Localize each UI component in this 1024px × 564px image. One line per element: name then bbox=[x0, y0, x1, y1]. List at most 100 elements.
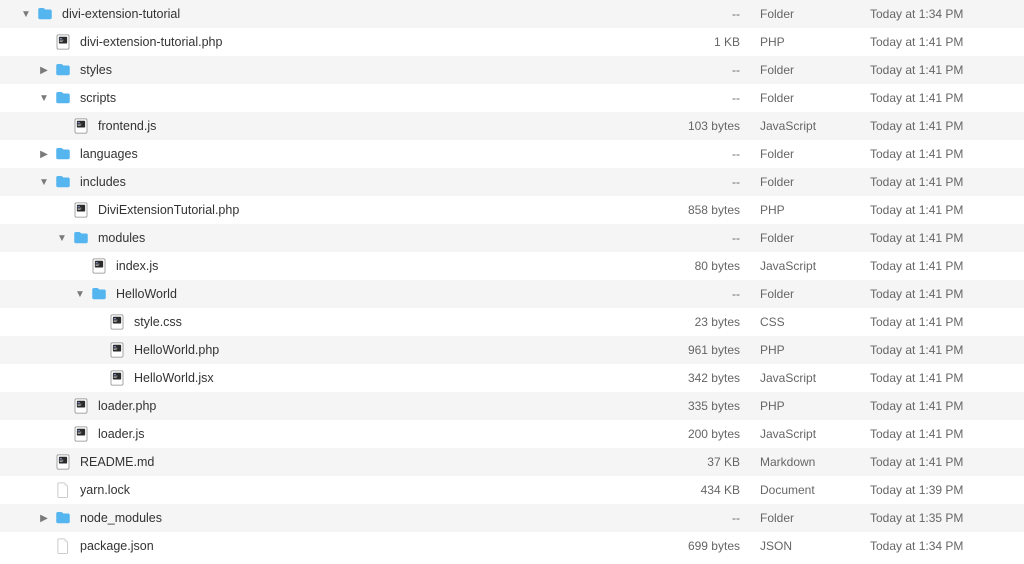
name-cell: ▼ divi-extension-tutorial bbox=[0, 5, 660, 23]
name-cell: ▶divi-extension-tutorial.php bbox=[0, 33, 660, 51]
name-cell: ▼modules bbox=[0, 229, 660, 247]
file-date-modified: Today at 1:41 PM bbox=[870, 287, 1000, 301]
file-size: 434 KB bbox=[660, 483, 760, 497]
file-size: -- bbox=[660, 175, 760, 189]
file-name: package.json bbox=[80, 539, 154, 553]
code-file-icon bbox=[72, 397, 90, 415]
file-name: node_modules bbox=[80, 511, 162, 525]
file-row[interactable]: ▼HelloWorld--FolderToday at 1:41 PM bbox=[0, 280, 1024, 308]
file-date-modified: Today at 1:34 PM bbox=[870, 7, 1000, 21]
file-size: 80 bytes bbox=[660, 259, 760, 273]
file-row[interactable]: ▶HelloWorld.php961 bytesPHPToday at 1:41… bbox=[0, 336, 1024, 364]
file-date-modified: Today at 1:39 PM bbox=[870, 483, 1000, 497]
file-date-modified: Today at 1:41 PM bbox=[870, 371, 1000, 385]
file-row[interactable]: ▶README.md37 KBMarkdownToday at 1:41 PM bbox=[0, 448, 1024, 476]
file-kind: Folder bbox=[760, 175, 870, 189]
file-kind: PHP bbox=[760, 35, 870, 49]
file-name: yarn.lock bbox=[80, 483, 130, 497]
name-cell: ▶frontend.js bbox=[0, 117, 660, 135]
disclosure-triangle-icon[interactable]: ▶ bbox=[38, 64, 50, 76]
disclosure-triangle-icon[interactable]: ▼ bbox=[20, 8, 32, 20]
file-size: -- bbox=[660, 511, 760, 525]
file-kind: Folder bbox=[760, 287, 870, 301]
file-size: -- bbox=[660, 7, 760, 21]
indent-spacer bbox=[0, 406, 56, 407]
file-name: loader.php bbox=[98, 399, 156, 413]
file-row[interactable]: ▶divi-extension-tutorial.php1 KBPHPToday… bbox=[0, 28, 1024, 56]
file-name: styles bbox=[80, 63, 112, 77]
file-date-modified: Today at 1:35 PM bbox=[870, 511, 1000, 525]
folder-icon bbox=[54, 509, 72, 527]
file-kind: JavaScript bbox=[760, 427, 870, 441]
file-row[interactable]: ▶HelloWorld.jsx342 bytesJavaScriptToday … bbox=[0, 364, 1024, 392]
code-file-icon bbox=[72, 425, 90, 443]
file-size: 335 bytes bbox=[660, 399, 760, 413]
code-file-icon bbox=[54, 453, 72, 471]
disclosure-triangle-icon[interactable]: ▶ bbox=[38, 148, 50, 160]
file-row[interactable]: ▶yarn.lock434 KBDocumentToday at 1:39 PM bbox=[0, 476, 1024, 504]
disclosure-triangle-icon[interactable]: ▼ bbox=[56, 232, 68, 244]
file-row[interactable]: ▶style.css23 bytesCSSToday at 1:41 PM bbox=[0, 308, 1024, 336]
file-row[interactable]: ▼modules--FolderToday at 1:41 PM bbox=[0, 224, 1024, 252]
code-file-icon bbox=[108, 313, 126, 331]
file-kind: Document bbox=[760, 483, 870, 497]
file-date-modified: Today at 1:41 PM bbox=[870, 259, 1000, 273]
disclosure-triangle-icon[interactable]: ▼ bbox=[74, 288, 86, 300]
indent-spacer bbox=[0, 462, 38, 463]
file-kind: JavaScript bbox=[760, 371, 870, 385]
file-date-modified: Today at 1:41 PM bbox=[870, 63, 1000, 77]
name-cell: ▼HelloWorld bbox=[0, 285, 660, 303]
file-row[interactable]: ▼divi-extension-tutorial--FolderToday at… bbox=[0, 0, 1024, 28]
file-date-modified: Today at 1:41 PM bbox=[870, 343, 1000, 357]
name-cell: ▶yarn.lock bbox=[0, 481, 660, 499]
disclosure-triangle-icon[interactable]: ▼ bbox=[38, 176, 50, 188]
file-size: 961 bytes bbox=[660, 343, 760, 357]
file-row[interactable]: ▶package.json699 bytesJSONToday at 1:34 … bbox=[0, 532, 1024, 560]
file-row[interactable]: ▼scripts--FolderToday at 1:41 PM bbox=[0, 84, 1024, 112]
file-date-modified: Today at 1:41 PM bbox=[870, 231, 1000, 245]
file-row[interactable]: ▶DiviExtensionTutorial.php858 bytesPHPTo… bbox=[0, 196, 1024, 224]
indent-spacer bbox=[0, 378, 92, 379]
file-name: README.md bbox=[80, 455, 154, 469]
indent-spacer bbox=[0, 126, 56, 127]
name-cell: ▶DiviExtensionTutorial.php bbox=[0, 201, 660, 219]
indent-spacer bbox=[0, 490, 38, 491]
indent-spacer bbox=[0, 70, 38, 71]
folder-icon bbox=[90, 285, 108, 303]
disclosure-triangle-icon[interactable]: ▼ bbox=[38, 92, 50, 104]
file-date-modified: Today at 1:41 PM bbox=[870, 455, 1000, 469]
file-size: 1 KB bbox=[660, 35, 760, 49]
file-kind: PHP bbox=[760, 343, 870, 357]
indent-spacer bbox=[0, 322, 92, 323]
file-date-modified: Today at 1:41 PM bbox=[870, 427, 1000, 441]
file-name: divi-extension-tutorial.php bbox=[80, 35, 222, 49]
indent-spacer bbox=[0, 154, 38, 155]
indent-spacer bbox=[0, 546, 38, 547]
name-cell: ▶languages bbox=[0, 145, 660, 163]
file-row[interactable]: ▶frontend.js103 bytesJavaScriptToday at … bbox=[0, 112, 1024, 140]
folder-icon bbox=[54, 89, 72, 107]
file-size: 37 KB bbox=[660, 455, 760, 469]
indent-spacer bbox=[0, 182, 38, 183]
file-name: loader.js bbox=[98, 427, 145, 441]
file-row[interactable]: ▶languages--FolderToday at 1:41 PM bbox=[0, 140, 1024, 168]
disclosure-triangle-icon[interactable]: ▶ bbox=[38, 512, 50, 524]
file-kind: Markdown bbox=[760, 455, 870, 469]
indent-spacer bbox=[0, 266, 74, 267]
folder-icon bbox=[54, 145, 72, 163]
file-kind: JSON bbox=[760, 539, 870, 553]
file-name: frontend.js bbox=[98, 119, 156, 133]
file-row[interactable]: ▶loader.js200 bytesJavaScriptToday at 1:… bbox=[0, 420, 1024, 448]
name-cell: ▶style.css bbox=[0, 313, 660, 331]
file-kind: Folder bbox=[760, 63, 870, 77]
file-date-modified: Today at 1:41 PM bbox=[870, 315, 1000, 329]
file-name: divi-extension-tutorial bbox=[62, 7, 180, 21]
file-row[interactable]: ▼includes--FolderToday at 1:41 PM bbox=[0, 168, 1024, 196]
file-row[interactable]: ▶node_modules--FolderToday at 1:35 PM bbox=[0, 504, 1024, 532]
file-date-modified: Today at 1:41 PM bbox=[870, 175, 1000, 189]
file-kind: JavaScript bbox=[760, 259, 870, 273]
file-row[interactable]: ▶index.js80 bytesJavaScriptToday at 1:41… bbox=[0, 252, 1024, 280]
file-row[interactable]: ▶loader.php335 bytesPHPToday at 1:41 PM bbox=[0, 392, 1024, 420]
file-row[interactable]: ▶styles--FolderToday at 1:41 PM bbox=[0, 56, 1024, 84]
name-cell: ▼includes bbox=[0, 173, 660, 191]
